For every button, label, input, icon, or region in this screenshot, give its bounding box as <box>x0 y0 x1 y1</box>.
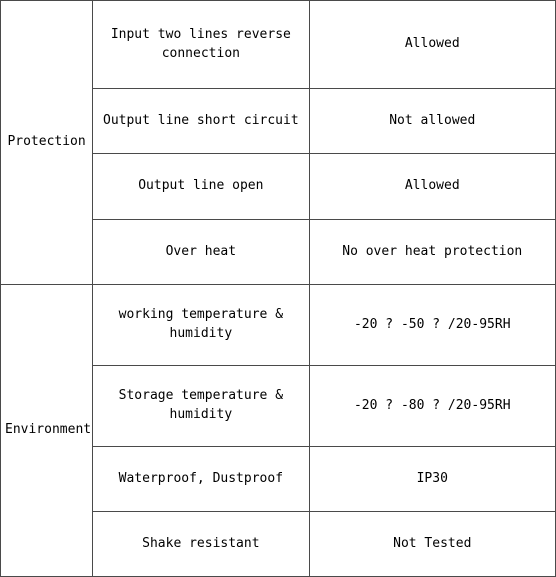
value-label: -20 ? -80 ? /20-95RH <box>308 365 556 447</box>
item-label: Output line open <box>92 153 310 220</box>
item-label: Storage temperature & humidity <box>92 365 310 447</box>
value-label: Not Tested <box>308 511 556 577</box>
item-label: Input two lines reverse connection <box>92 0 310 89</box>
specification-table: Protection Input two lines reverse conne… <box>0 0 556 577</box>
value-label: Allowed <box>308 0 556 89</box>
value-label: No over heat protection <box>308 219 556 285</box>
item-label: Shake resistant <box>92 511 310 577</box>
value-label: Allowed <box>308 153 556 220</box>
table-row: Environment working temperature & humidi… <box>0 284 556 577</box>
group-label-environment: Environment <box>0 284 94 577</box>
item-label: Over heat <box>92 219 310 285</box>
item-label: working temperature & humidity <box>92 284 310 366</box>
value-label: IP30 <box>308 446 556 512</box>
table-row: Protection Input two lines reverse conne… <box>0 0 556 285</box>
value-label: -20 ? -50 ? /20-95RH <box>308 284 556 366</box>
item-label: Output line short circuit <box>92 88 310 154</box>
item-label: Waterproof, Dustproof <box>92 446 310 512</box>
value-label: Not allowed <box>308 88 556 154</box>
group-label-protection: Protection <box>0 0 94 285</box>
